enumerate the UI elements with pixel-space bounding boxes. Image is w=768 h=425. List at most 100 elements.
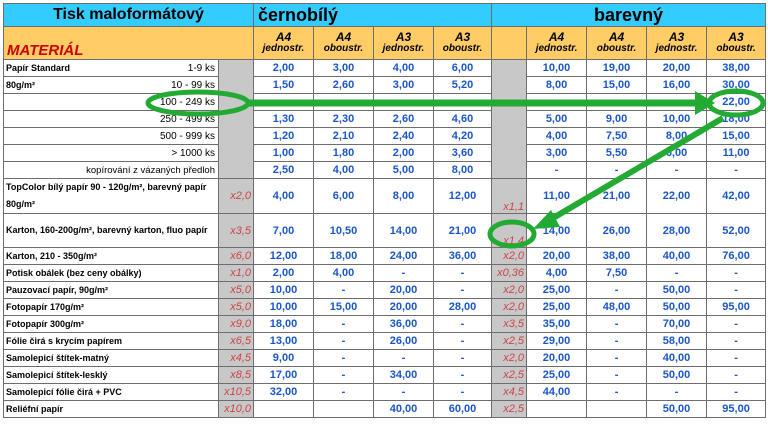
price-cell [646, 93, 708, 111]
table-row: Fotopapír 300g/m² x9,0 18,00-36,00- x3,5 35,… [3, 315, 767, 333]
price-cell: 18,00 [313, 247, 374, 265]
coef-bw: x6,5 [218, 332, 254, 350]
coef-color: x2,0 [491, 349, 528, 367]
table-title: Tisk maloformátový [3, 3, 254, 27]
price-cell: 10,00 [526, 59, 588, 77]
quantity-label: 250 - 499 ks [3, 110, 219, 128]
price-cell: - [646, 161, 708, 179]
price-cell: - [706, 349, 767, 367]
table-row: Samolepicí štítek-lesklý x8,5 17,00-34,00-… [3, 366, 767, 384]
price-cell: 20,00 [646, 59, 708, 77]
price-cell: - [586, 315, 648, 333]
table-row: Reliéfní papír x10,0 40,00 60,00 x2,5 50,00 95… [3, 400, 767, 418]
price-cell: - [313, 281, 374, 299]
format-header: A3 jednostr. [373, 26, 434, 60]
price-cell: 35,00 [526, 315, 588, 333]
price-cell: 25,00 [526, 298, 588, 316]
price-cell: 9,00 [586, 110, 648, 128]
table-row: Potisk obálek (bez ceny obálky) x1,0 2,00 4… [3, 264, 767, 282]
coef-color: x1,1 [491, 178, 528, 214]
price-cell: - [706, 315, 767, 333]
price-cell: 44,00 [526, 383, 588, 401]
price-cell: 76,00 [706, 247, 767, 265]
price-cell [432, 93, 493, 111]
coef-color: x2,5 [491, 332, 528, 350]
price-cell: 5,50 [586, 144, 648, 162]
coef-bw: x10,5 [218, 383, 254, 401]
price-cell: 4,00 [313, 161, 374, 179]
price-cell: 4,00 [373, 59, 434, 77]
price-cell: 7,00 [253, 213, 314, 248]
material-name: Fólie čirá s krycím papírem [3, 332, 219, 350]
coef-color: x1,4 [491, 213, 528, 248]
price-cell: 8,00 [373, 178, 434, 214]
price-cell: 10,00 [253, 281, 314, 299]
price-cell: 8,00 [526, 76, 588, 94]
price-cell: - [706, 383, 767, 401]
price-cell: - [313, 383, 374, 401]
price-cell: - [432, 315, 493, 333]
price-cell: 36,00 [373, 315, 434, 333]
table-row: Karton, 210 - 350g/m² x6,0 12,00 18,00 24,00… [3, 247, 767, 265]
price-cell: 4,00 [526, 127, 588, 145]
price-cell: 40,00 [646, 247, 708, 265]
price-cell: 12,00 [432, 178, 493, 214]
price-cell [373, 93, 434, 111]
coef-bw: x10,0 [218, 400, 254, 418]
price-cell: 2,00 [253, 59, 314, 77]
material-name: Potisk obálek (bez ceny obálky) [3, 264, 219, 282]
price-cell: - [706, 366, 767, 384]
price-cell: 1,80 [313, 144, 374, 162]
price-cell: 4,00 [313, 264, 374, 282]
price-cell: 11,00 [706, 144, 767, 162]
price-cell: 30,00 [706, 76, 767, 94]
price-cell: 21,00 [586, 178, 648, 214]
price-cell: 25,00 [526, 281, 588, 299]
price-cell [313, 400, 374, 418]
price-cell: - [313, 366, 374, 384]
price-cell: - [313, 349, 374, 367]
material-name: Karton, 210 - 350g/m² [3, 247, 219, 265]
coef-color: x0,36 [491, 264, 528, 282]
material-name: Samolepicí fólie čirá + PVC [3, 383, 219, 401]
table-row: 250 - 499 ks 1,30 2,30 2,60 4,60 5,00 9,00 10,0… [3, 110, 767, 128]
price-cell: 4,20 [432, 127, 493, 145]
coef-color: x3,5 [491, 315, 528, 333]
price-cell: 2,40 [373, 127, 434, 145]
price-cell: 11,00 [526, 178, 588, 214]
price-cell: 4,60 [432, 110, 493, 128]
price-cell: - [313, 332, 374, 350]
price-cell: 1,20 [253, 127, 314, 145]
price-cell: 20,00 [526, 247, 588, 265]
price-cell: - [373, 349, 434, 367]
table-row: Fólie čirá s krycím papírem x6,5 13,00-26,… [3, 332, 767, 350]
price-cell: 4,00 [526, 264, 588, 282]
coef-label-color: koeficient pro slevy [491, 59, 528, 179]
price-cell: 1,50 [253, 76, 314, 94]
table-row: Pauzovací papír, 90g/m² x5,0 10,00-20,00- x… [3, 281, 767, 299]
price-cell: 6,00 [646, 144, 708, 162]
material-name: Reliéfní papír [3, 400, 219, 418]
price-cell: - [586, 383, 648, 401]
price-cell: 50,00 [646, 400, 708, 418]
format-header: A4 oboustr. [313, 26, 374, 60]
price-cell: 26,00 [373, 332, 434, 350]
coef-color: x2,0 [491, 298, 528, 316]
price-cell: 70,00 [646, 315, 708, 333]
price-cell: - [586, 281, 648, 299]
price-cell: 3,00 [373, 76, 434, 94]
material-name: TopColor bílý papír 90 - 120g/m², barevn… [3, 178, 219, 214]
format-header: A4 jednostr. [526, 26, 588, 60]
price-cell: 18,00 [706, 110, 767, 128]
price-cell: - [373, 383, 434, 401]
material-header: MATERIÁL [3, 26, 254, 60]
price-cell: 18,00 [253, 315, 314, 333]
price-cell: 10,00 [253, 298, 314, 316]
price-cell: 8,00 [432, 161, 493, 179]
price-cell: 3,00 [313, 59, 374, 77]
price-cell: 24,00 [373, 247, 434, 265]
price-cell [253, 400, 314, 418]
price-cell: 8,00 [646, 127, 708, 145]
table-row: 80g/m² 10 - 99 ks 1,50 2,60 3,00 5,20 8,00 15,0… [3, 76, 767, 94]
price-cell: 1,30 [253, 110, 314, 128]
